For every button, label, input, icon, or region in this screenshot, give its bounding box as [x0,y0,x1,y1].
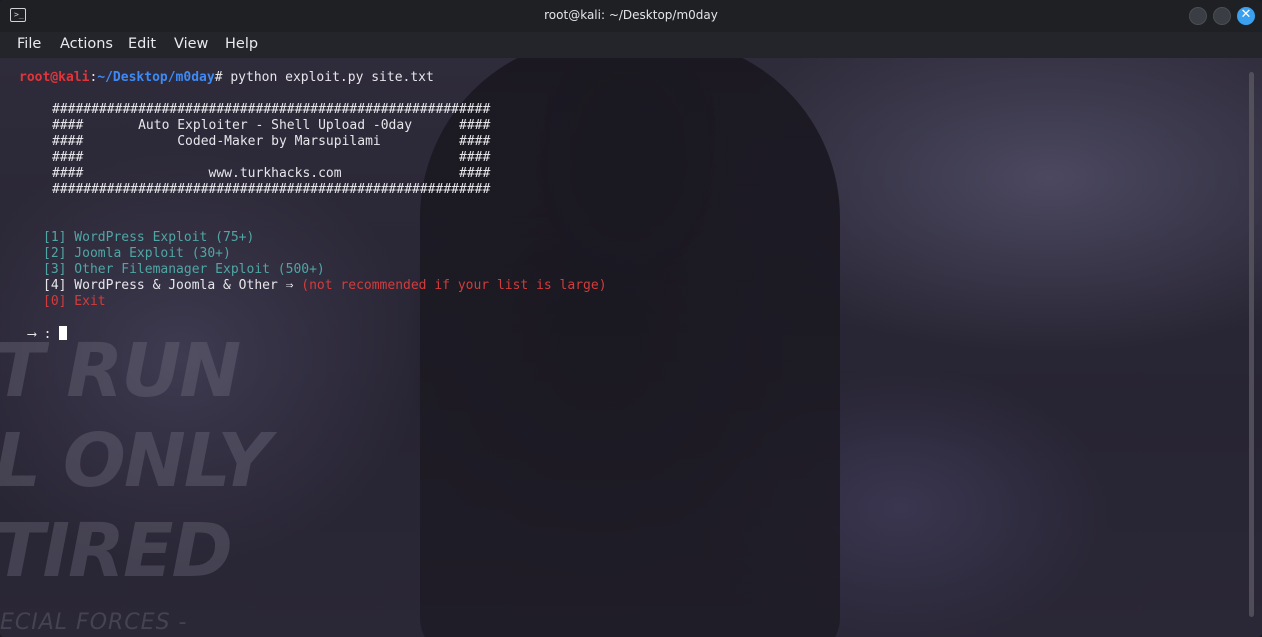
option-filemanager: [3] Other Filemanager Exploit (500+) [43,262,325,277]
banner-line-blank: #### #### [52,150,491,165]
close-button[interactable]: ✕ [1237,7,1255,25]
menu-file[interactable]: File [17,36,41,52]
terminal-window: >_ root@kali: ~/Desktop/m0day ✕ File Act… [0,0,1262,637]
banner-line-title: #### Auto Exploiter - Shell Upload -0day… [52,118,491,133]
menu-edit[interactable]: Edit [128,36,156,52]
option-all-warning: (not recommended if your list is large) [293,278,607,293]
option-exit: [0] Exit [43,294,106,309]
input-prompt: ⟶ : [28,327,60,342]
minimize-button[interactable] [1189,7,1207,25]
option-all-label: [4] WordPress & Joomla & Other ⇒ [43,278,294,293]
option-all: [4] WordPress & Joomla & Other ⇒ (not re… [43,278,607,294]
banner-line-site: #### www.turkhacks.com #### [52,166,491,181]
background-text-2: L ONLY [0,418,271,504]
menu-view[interactable]: View [174,36,208,52]
menu-actions[interactable]: Actions [60,36,113,52]
close-icon: ✕ [1240,7,1252,22]
prompt-path: ~/Desktop/m0day [97,70,215,85]
prompt-line: root@kali:~/Desktop/m0day# python exploi… [19,70,434,86]
window-title: root@kali: ~/Desktop/m0day [544,8,718,22]
menu-bar: File Actions Edit View Help [0,32,1262,58]
background-text-3: TIRED [0,508,233,594]
prompt-symbol: # [214,70,223,85]
terminal-output[interactable]: T RUN L ONLY TIRED ECIAL FORCES - root@k… [0,58,1262,637]
prompt-user: root@kali [19,70,90,85]
menu-help[interactable]: Help [225,36,258,52]
scrollbar[interactable] [1249,72,1254,617]
option-joomla: [2] Joomla Exploit (30+) [43,246,231,261]
input-line[interactable]: ⟶ : [28,326,68,343]
option-wordpress: [1] WordPress Exploit (75+) [43,230,255,245]
background-text-4: ECIAL FORCES - [0,610,188,635]
prompt-command: python exploit.py site.txt [222,70,434,85]
maximize-button[interactable] [1213,7,1231,25]
banner-line-author: #### Coded-Maker by Marsupilami #### [52,134,491,149]
banner-border-top: ########################################… [52,102,491,117]
text-cursor [59,326,68,340]
banner-border-bottom: ########################################… [52,182,491,197]
title-bar: >_ root@kali: ~/Desktop/m0day ✕ [0,0,1262,32]
